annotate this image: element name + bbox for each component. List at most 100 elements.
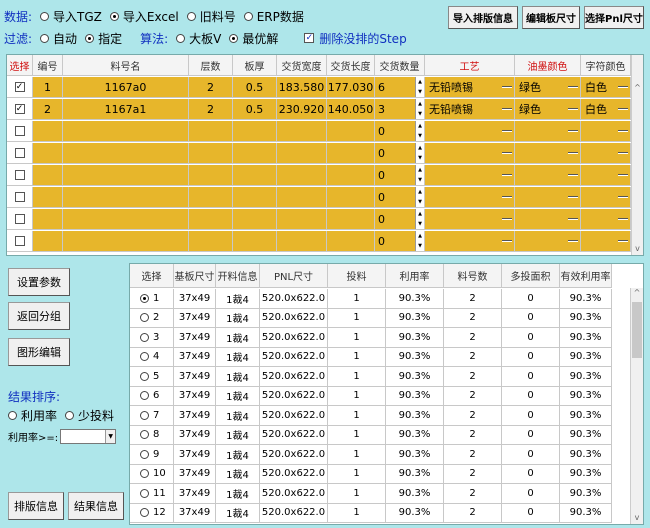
cell-eff[interactable]: 90.3%: [560, 386, 612, 406]
graph-edit-button[interactable]: 图形编辑: [8, 338, 70, 366]
cell-pnl[interactable]: 520.0x622.0: [260, 503, 328, 523]
cell-length[interactable]: [327, 121, 375, 142]
cell-pnl[interactable]: 520.0x622.0: [260, 445, 328, 465]
table-row[interactable]: 11 37x49 1裁4 520.0x622.0 1 90.3% 2 0 90.3%: [130, 484, 612, 504]
dropdown-icon[interactable]: [618, 130, 628, 132]
cell-base[interactable]: 37x49: [174, 503, 216, 523]
checkbox-box[interactable]: ✓: [14, 82, 25, 92]
cell-parts[interactable]: 2: [444, 425, 502, 445]
cell-no[interactable]: [33, 143, 63, 164]
cell-name[interactable]: 1167a0: [63, 77, 189, 98]
row-checkbox[interactable]: ✓: [7, 99, 33, 120]
cell-feed[interactable]: 1: [328, 464, 386, 484]
cell-rate[interactable]: 90.3%: [386, 289, 444, 309]
row-checkbox[interactable]: [7, 187, 33, 208]
cell-eff[interactable]: 90.3%: [560, 367, 612, 387]
edit-board-size-button[interactable]: 编辑板尺寸: [522, 6, 580, 29]
cell-width[interactable]: [277, 187, 327, 208]
column-header[interactable]: 料号名: [63, 55, 189, 76]
cell-process[interactable]: [425, 209, 515, 230]
checkbox-box[interactable]: [14, 192, 25, 202]
cell-feed[interactable]: 1: [328, 328, 386, 348]
cell-width[interactable]: [277, 165, 327, 186]
radio-dot[interactable]: [140, 313, 149, 323]
cell-base[interactable]: 37x49: [174, 445, 216, 465]
cell-char[interactable]: [581, 187, 631, 208]
table-row[interactable]: 0 ▲ ▼: [7, 187, 631, 208]
row-checkbox[interactable]: [7, 165, 33, 186]
scroll-down-icon[interactable]: v: [631, 513, 643, 522]
cell-cut[interactable]: 1裁4: [216, 328, 260, 348]
cell-extra[interactable]: 0: [502, 464, 560, 484]
dropdown-icon[interactable]: [618, 196, 628, 198]
scroll-down-icon[interactable]: v: [632, 244, 643, 253]
cell-parts[interactable]: 2: [444, 406, 502, 426]
cell-name[interactable]: [63, 143, 189, 164]
cell-layers[interactable]: 2: [189, 77, 233, 98]
radio-dot[interactable]: [140, 332, 149, 342]
scroll-up-icon[interactable]: ^: [631, 288, 643, 297]
radio-algo-optimal[interactable]: 最优解: [229, 30, 278, 47]
column-header[interactable]: 板厚: [233, 55, 277, 76]
cell-base[interactable]: 37x49: [174, 425, 216, 445]
cell-thickness[interactable]: [233, 165, 277, 186]
cell-length[interactable]: [327, 231, 375, 252]
cell-process[interactable]: 无铅喷锡: [425, 77, 515, 98]
settings-button[interactable]: 设置参数: [8, 268, 70, 296]
cell-feed[interactable]: 1: [328, 367, 386, 387]
cell-feed[interactable]: 1: [328, 406, 386, 426]
cell-cut[interactable]: 1裁4: [216, 406, 260, 426]
dropdown-icon[interactable]: [618, 108, 628, 110]
column-header[interactable]: 层数: [189, 55, 233, 76]
cell-no[interactable]: [33, 231, 63, 252]
cell-rate[interactable]: 90.3%: [386, 386, 444, 406]
row-checkbox[interactable]: [7, 231, 33, 252]
import-layout-info-button[interactable]: 导入排版信息: [448, 6, 518, 29]
cell-no[interactable]: [33, 209, 63, 230]
column-header[interactable]: 基板尺寸: [174, 264, 216, 288]
cell-qty[interactable]: 3 ▲ ▼: [375, 99, 425, 120]
cell-process[interactable]: [425, 187, 515, 208]
cell-parts[interactable]: 2: [444, 484, 502, 504]
cell-cut[interactable]: 1裁4: [216, 425, 260, 445]
cell-ink[interactable]: [515, 209, 581, 230]
spinner-icon[interactable]: ▲ ▼: [415, 77, 424, 97]
spinner-icon[interactable]: ▲ ▼: [415, 209, 424, 229]
column-header[interactable]: 交货宽度: [277, 55, 327, 76]
dropdown-icon[interactable]: [618, 86, 628, 88]
table-row[interactable]: 0 ▲ ▼: [7, 209, 631, 230]
dropdown-icon[interactable]: [568, 86, 578, 88]
cell-rate[interactable]: 90.3%: [386, 503, 444, 523]
dropdown-icon[interactable]: [502, 130, 512, 132]
row-radio[interactable]: 3: [130, 328, 174, 348]
radio-algo-big-board[interactable]: 大板V: [176, 30, 221, 47]
cell-char[interactable]: [581, 209, 631, 230]
dropdown-icon[interactable]: [502, 196, 512, 198]
cell-cut[interactable]: 1裁4: [216, 503, 260, 523]
column-header[interactable]: 选择: [130, 264, 174, 288]
cell-char[interactable]: [581, 121, 631, 142]
cell-base[interactable]: 37x49: [174, 289, 216, 309]
radio-import-excel[interactable]: 导入Excel: [109, 8, 179, 25]
cell-extra[interactable]: 0: [502, 308, 560, 328]
radio-dot[interactable]: [140, 371, 149, 381]
row-checkbox[interactable]: [7, 121, 33, 142]
cell-ink[interactable]: [515, 121, 581, 142]
dropdown-icon[interactable]: [618, 240, 628, 242]
part-table-scrollbar[interactable]: ^ v: [631, 55, 643, 255]
cell-name[interactable]: 1167a1: [63, 99, 189, 120]
checkbox-box[interactable]: [14, 170, 25, 180]
cell-rate[interactable]: 90.3%: [386, 464, 444, 484]
cell-cut[interactable]: 1裁4: [216, 308, 260, 328]
spinner-icon[interactable]: ▲ ▼: [415, 187, 424, 207]
cell-qty[interactable]: 0 ▲ ▼: [375, 121, 425, 142]
table-row[interactable]: 0 ▲ ▼: [7, 231, 631, 252]
cell-layers[interactable]: [189, 231, 233, 252]
dropdown-icon[interactable]: [568, 130, 578, 132]
radio-dot[interactable]: [140, 410, 149, 420]
dropdown-icon[interactable]: [502, 174, 512, 176]
radio-sort-rate[interactable]: 利用率: [8, 407, 57, 424]
cell-pnl[interactable]: 520.0x622.0: [260, 406, 328, 426]
cell-extra[interactable]: 0: [502, 484, 560, 504]
cell-cut[interactable]: 1裁4: [216, 445, 260, 465]
